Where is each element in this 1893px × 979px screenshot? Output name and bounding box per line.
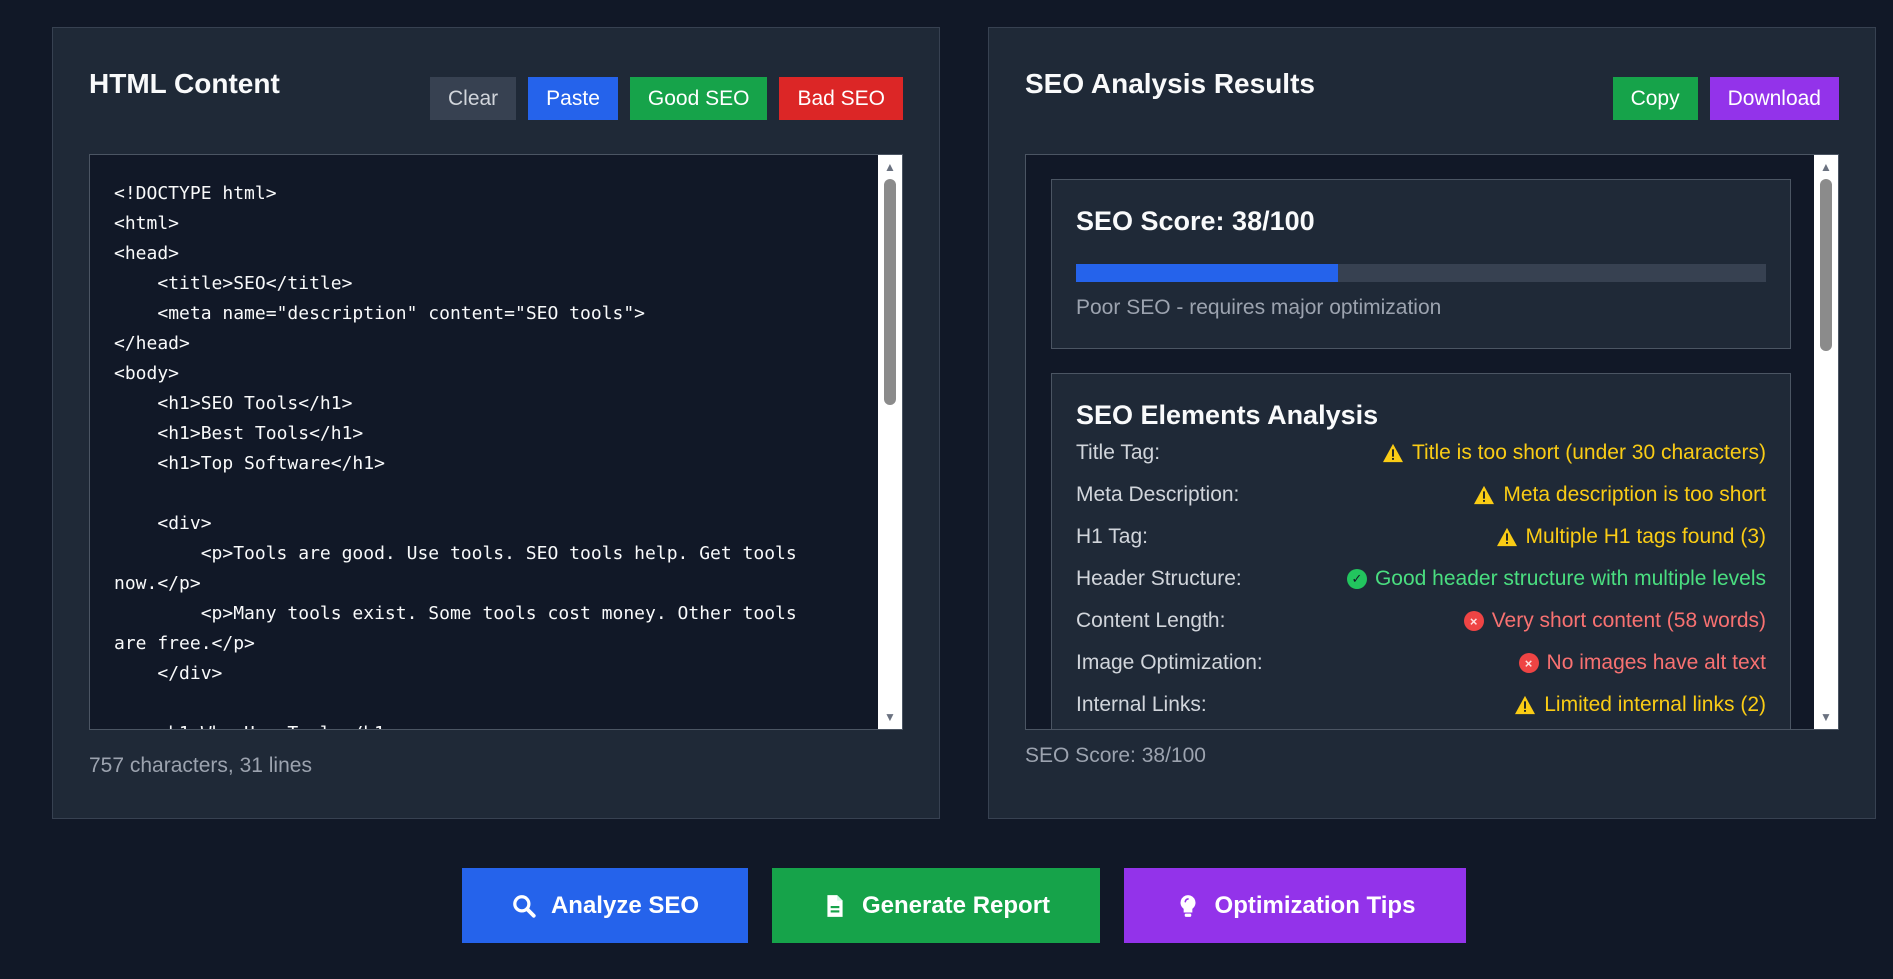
seo-element-status: × No images have alt text	[1518, 651, 1766, 675]
scroll-up-arrow-icon[interactable]: ▲	[878, 157, 902, 177]
seo-element-status: Meta description is too short	[1473, 483, 1766, 507]
seo-element-row: Content Length: × Very short content (58 w…	[1076, 606, 1766, 636]
generate-report-label: Generate Report	[861, 891, 1051, 919]
warning-icon	[1515, 695, 1536, 715]
check-circle-icon: ✓	[1346, 569, 1367, 589]
optimization-tips-button[interactable]: Optimization Tips	[1124, 868, 1466, 943]
scroll-down-arrow-icon[interactable]: ▼	[1814, 707, 1838, 727]
seo-element-status-text: Title is too short (under 30 characters)	[1411, 441, 1766, 464]
search-icon	[513, 894, 536, 918]
html-content-panel: HTML Content Clear Paste Good SEO Bad SE…	[52, 27, 940, 819]
bad-seo-button[interactable]: Bad SEO	[779, 77, 903, 120]
download-button[interactable]: Download	[1709, 77, 1839, 120]
seo-element-row: Meta Description: Meta description is too…	[1076, 480, 1766, 510]
editor-toolbar: Clear Paste Good SEO Bad SEO	[429, 77, 903, 120]
seo-element-status: Multiple H1 tags found (3)	[1496, 525, 1766, 549]
character-count: 757 characters, 31 lines	[89, 754, 312, 777]
analyze-seo-button[interactable]: Analyze SEO	[462, 868, 748, 943]
seo-elements-heading: SEO Elements Analysis	[1076, 400, 1379, 430]
seo-results-panel: SEO Analysis Results Copy Download SEO S…	[988, 27, 1876, 819]
html-content-title: HTML Content	[89, 68, 280, 99]
seo-score-progress-fill	[1076, 264, 1339, 282]
scroll-up-arrow-icon[interactable]: ▲	[1814, 157, 1838, 177]
seo-score-footer: SEO Score: 38/100	[1025, 744, 1206, 767]
seo-elements-card: SEO Elements Analysis Title Tag: Title is…	[1051, 373, 1791, 729]
seo-score-heading: SEO Score: 38/100	[1076, 206, 1315, 236]
seo-score-card: SEO Score: 38/100 Poor SEO - requires ma…	[1051, 179, 1791, 349]
seo-score-note: Poor SEO - requires major optimization	[1076, 296, 1442, 319]
seo-element-status-text: Very short content (58 words)	[1491, 609, 1766, 632]
seo-element-label: Meta Description:	[1076, 483, 1240, 506]
optimization-tips-label: Optimization Tips	[1214, 891, 1416, 919]
seo-score-progress-bar	[1076, 264, 1766, 282]
x-circle-icon: ×	[1518, 653, 1539, 673]
x-circle-icon: ×	[1463, 611, 1484, 631]
results-scrollbar[interactable]: ▲ ▼	[1814, 155, 1838, 729]
editor-scroll-thumb[interactable]	[884, 179, 896, 405]
lightbulb-icon	[1180, 894, 1196, 917]
seo-element-label: Header Structure:	[1076, 567, 1242, 590]
seo-element-status-text: Good header structure with multiple leve…	[1374, 567, 1766, 590]
paste-button[interactable]: Paste	[528, 77, 618, 120]
seo-element-label: Title Tag:	[1076, 441, 1161, 464]
results-scroll-area[interactable]: SEO Score: 38/100 Poor SEO - requires ma…	[1025, 154, 1839, 730]
analyze-seo-label: Analyze SEO	[550, 891, 700, 919]
seo-element-status: × Very short content (58 words)	[1463, 609, 1766, 633]
seo-element-status-text: Meta description is too short	[1503, 483, 1766, 506]
seo-element-label: Image Optimization:	[1076, 651, 1263, 674]
copy-button[interactable]: Copy	[1612, 77, 1698, 120]
good-seo-button[interactable]: Good SEO	[629, 77, 768, 120]
seo-element-row: Image Optimization: × No images have alt t…	[1076, 648, 1766, 678]
seo-element-row: Internal Links: Limited internal links (2…	[1076, 690, 1766, 720]
seo-element-status-text: Limited internal links (2)	[1544, 693, 1766, 716]
seo-element-status: Title is too short (under 30 characters)	[1382, 441, 1766, 465]
results-toolbar: Copy Download	[1612, 77, 1839, 120]
document-icon	[827, 894, 843, 917]
seo-element-status-text: Multiple H1 tags found (3)	[1525, 525, 1766, 548]
seo-element-row: H1 Tag: Multiple H1 tags found (3)	[1076, 522, 1766, 552]
html-editor[interactable]: <!DOCTYPE html> <html> <head> <title>SEO…	[89, 154, 903, 730]
seo-element-status: ✓ Good header structure with multiple lev…	[1346, 567, 1766, 591]
seo-element-row: Header Structure: ✓ Good header structure …	[1076, 564, 1766, 594]
results-scroll-thumb[interactable]	[1820, 179, 1832, 351]
seo-element-label: Content Length:	[1076, 609, 1226, 632]
seo-element-status: Limited internal links (2)	[1514, 693, 1766, 717]
warning-icon	[1496, 527, 1517, 547]
seo-element-status-text: No images have alt text	[1546, 651, 1766, 674]
seo-element-label: Internal Links:	[1076, 693, 1207, 716]
seo-results-title: SEO Analysis Results	[1025, 68, 1315, 99]
editor-scrollbar[interactable]: ▲ ▼	[878, 155, 902, 729]
seo-element-row: Title Tag: Title is too short (under 30 c…	[1076, 438, 1766, 468]
scroll-down-arrow-icon[interactable]: ▼	[878, 707, 902, 727]
warning-icon	[1474, 485, 1495, 505]
generate-report-button[interactable]: Generate Report	[772, 868, 1100, 943]
html-editor-text[interactable]: <!DOCTYPE html> <html> <head> <title>SEO…	[90, 155, 830, 729]
clear-button[interactable]: Clear	[429, 77, 517, 120]
seo-element-label: H1 Tag:	[1076, 525, 1148, 548]
warning-icon	[1382, 443, 1403, 463]
